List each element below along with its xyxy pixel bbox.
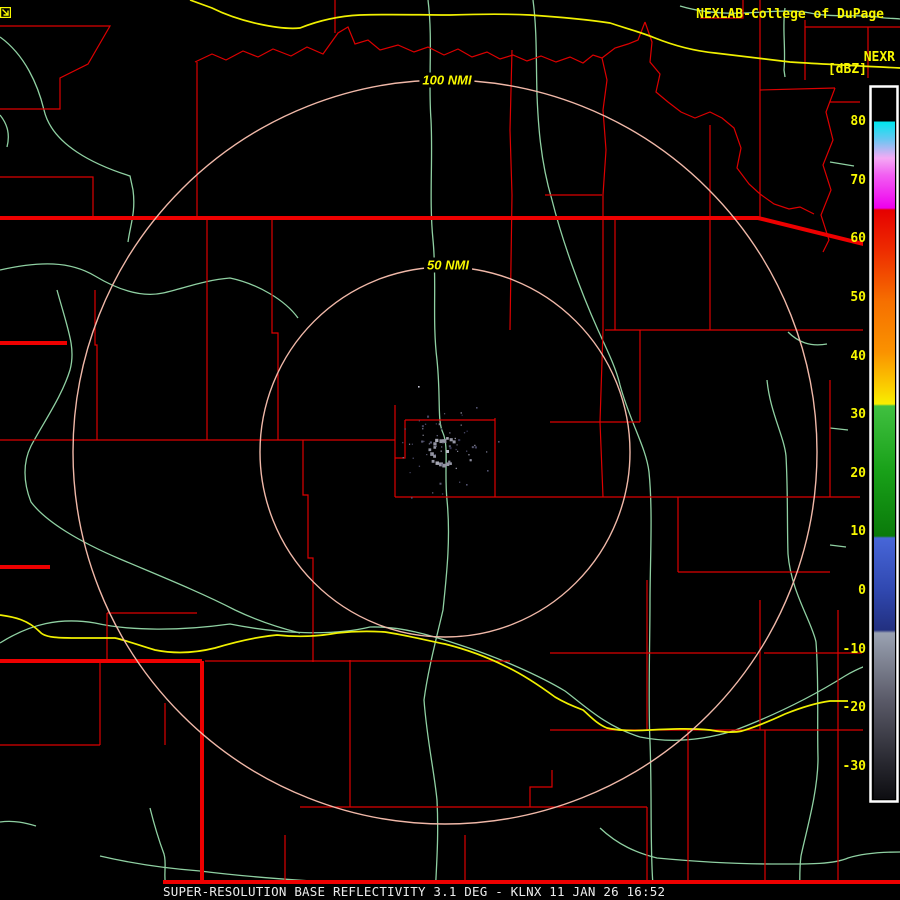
radar-echo bbox=[402, 386, 500, 499]
range-rings bbox=[72, 79, 818, 825]
range-ring-50nmi bbox=[259, 266, 631, 638]
colorbar-tick-80: 80 bbox=[850, 114, 866, 129]
status-bar: SUPER-RESOLUTION BASE REFLECTIVITY 3.1 D… bbox=[0, 884, 900, 900]
colorbar-tick-40: 40 bbox=[850, 348, 866, 364]
radar-display: NEXLAB-College of DuPage NEXR [dBZ] 80 70… bbox=[0, 0, 900, 900]
colorbar-tick-30: 30 bbox=[850, 407, 866, 423]
colorbar-tick-50: 50 bbox=[850, 289, 866, 305]
colorbar-tick-0: 0 bbox=[858, 583, 866, 599]
colorbar-tick--10: -10 bbox=[842, 641, 866, 657]
page-title[interactable]: NEXLAB-College of DuPage bbox=[696, 7, 884, 22]
colorbar-gradient bbox=[874, 89, 895, 799]
primary-roads-layer bbox=[0, 0, 900, 733]
colorbar-tick-60: 60 bbox=[850, 231, 866, 247]
colorbar-tick-20: 20 bbox=[850, 465, 866, 481]
colorbar-tick-10: 10 bbox=[850, 524, 866, 540]
colorbar-tick--30: -30 bbox=[842, 758, 866, 774]
colorbar-tick-70: 70 bbox=[850, 172, 866, 188]
colorbar-tick--20: -20 bbox=[842, 700, 866, 716]
range-ring-100nmi bbox=[72, 79, 818, 825]
range-label-50nmi: 50 NMI bbox=[424, 257, 472, 273]
range-label-100nmi: 100 NMI bbox=[419, 72, 475, 88]
status-text: SUPER-RESOLUTION BASE REFLECTIVITY 3.1 D… bbox=[163, 884, 666, 899]
reflectivity-colorbar bbox=[869, 85, 899, 803]
map-canvas bbox=[0, 0, 900, 900]
colorbar-units: [dBZ] bbox=[827, 62, 867, 77]
colorbar-title: NEXR bbox=[863, 50, 895, 65]
external-link-icon[interactable] bbox=[0, 7, 11, 18]
